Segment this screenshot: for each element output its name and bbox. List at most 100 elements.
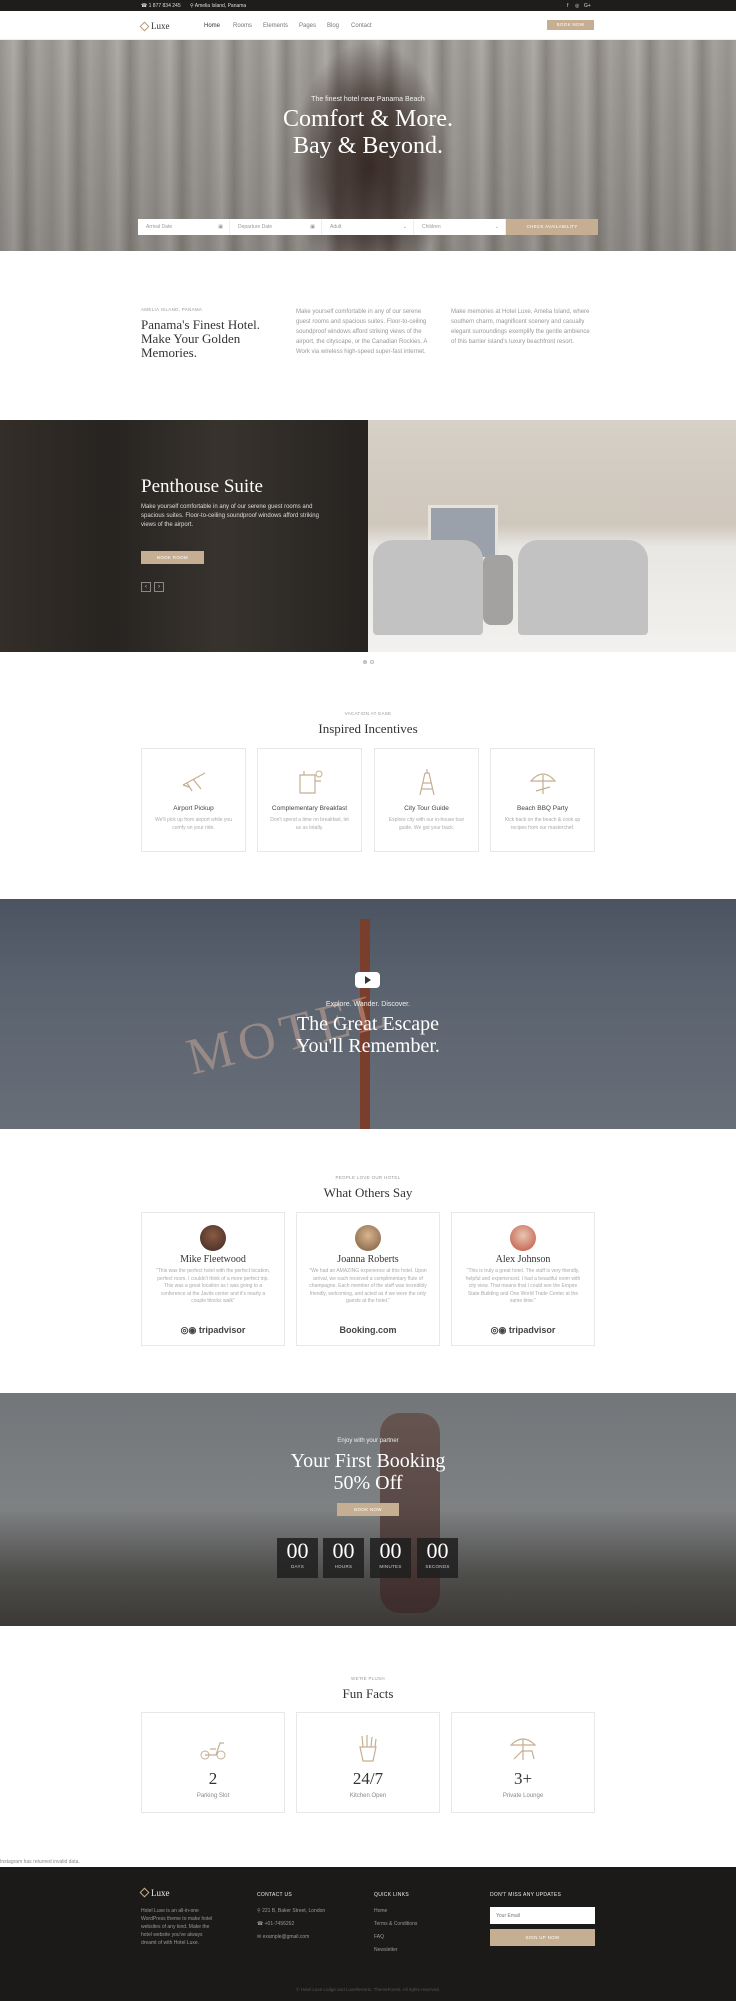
newsletter-email-input[interactable] <box>490 1907 595 1924</box>
booking-logo: Booking.com <box>339 1325 397 1335</box>
updates-heading: DON'T MISS ANY UPDATES <box>490 1892 562 1898</box>
scooter-icon <box>200 1742 226 1760</box>
adult-select[interactable]: Adult ⌄ <box>322 219 414 235</box>
card-title: Beach BBQ Party <box>517 805 568 812</box>
penthouse-slide-bg <box>0 420 368 652</box>
children-select[interactable]: Children ⌄ <box>414 219 506 235</box>
card-title: Airport Pickup <box>173 805 214 812</box>
slider-dot-2[interactable] <box>370 660 374 664</box>
fact-label: Private Lounge <box>502 1793 544 1799</box>
fact-label: Kitchen Open <box>349 1793 387 1799</box>
avatar <box>200 1225 226 1251</box>
penthouse-room-image <box>368 420 736 652</box>
promo-book-now-button[interactable]: BOOK NOW <box>337 1503 399 1516</box>
breakfast-icon <box>298 770 322 794</box>
play-video-button[interactable] <box>355 972 380 988</box>
bed-right <box>518 540 648 635</box>
slider-next-button[interactable]: › <box>154 582 164 592</box>
google-plus-icon[interactable]: G+ <box>584 3 591 9</box>
testimonial-card: Mike Fleetwood "This was the perfect hot… <box>141 1212 285 1346</box>
nav-blog[interactable]: Blog <box>327 23 339 29</box>
fact-value: 24/7 <box>352 1769 384 1788</box>
instagram-icon[interactable]: ◎ <box>575 3 579 9</box>
copyright: © Hotel Luxe Lodge and LuxeResorts. Them… <box>296 1987 440 1992</box>
card-text: Explore city with our in-house tour guid… <box>388 817 465 831</box>
footer-address: ⚲ 221 B, Baker Street, London <box>257 1908 326 1914</box>
footer-brand[interactable]: Luxe <box>139 1887 170 1898</box>
tripadvisor-logo: ◎◉ tripadvisor <box>180 1325 246 1335</box>
nav-elements[interactable]: Elements <box>263 23 288 29</box>
testimonial-quote: "This is truly a great hotel. The staff … <box>465 1268 581 1304</box>
top-bar: ☎ 1 877 834 245 ⚲ Amelia Island, Panama … <box>0 0 736 11</box>
intro-column-1: Make yourself comfortable in any of our … <box>296 309 428 355</box>
sign-up-button[interactable]: SIGN UP NOW <box>490 1929 595 1946</box>
nav-home[interactable]: Home <box>204 23 220 29</box>
slider-dot-1[interactable] <box>363 660 367 664</box>
brand-logo[interactable]: Luxe <box>139 21 170 32</box>
footer-link-faq[interactable]: FAQ <box>374 1934 384 1940</box>
tripadvisor-logo: ◎◉ tripadvisor <box>490 1325 556 1335</box>
owl-icon: ◎◉ <box>490 1325 509 1335</box>
check-availability-button[interactable]: CHECK AVAILABILITY <box>506 219 598 235</box>
phone-info: ☎ 1 877 834 245 <box>141 3 181 9</box>
booking-form: Arrival Date ▣ Departure Date ▣ Adult ⌄ Chi… <box>138 219 598 235</box>
incentives-title: Inspired Incentives <box>318 721 418 736</box>
escape-subtitle: Explore. Wander. Discover. <box>325 1001 411 1008</box>
incentive-card: City Tour Guide Explore city with our in… <box>374 748 479 852</box>
testimonial-name: Alex Johnson <box>495 1254 551 1265</box>
hero-title-line2: Bay & Beyond. <box>293 133 443 159</box>
calendar-icon: ▣ <box>218 224 223 230</box>
escape-title: The Great Escape You'll Remember. <box>0 1013 736 1057</box>
intro-eyebrow: AMELIA ISLAND, PANAMA <box>141 307 203 312</box>
testimonials-eyebrow: PEOPLE LOVE OUR HOTEL <box>335 1175 401 1180</box>
card-title: Complementary Breakfast <box>271 805 348 812</box>
testimonial-card: Joanna Roberts "We had an AMAZING experi… <box>296 1212 440 1346</box>
footer-link-home[interactable]: Home <box>374 1908 387 1914</box>
facts-eyebrow: WE'RE PLUSH <box>351 1676 385 1681</box>
fact-card: 3+ Private Lounge <box>451 1712 595 1813</box>
nav-rooms[interactable]: Rooms <box>233 23 252 29</box>
facebook-icon[interactable]: f <box>567 3 568 9</box>
testimonial-name: Joanna Roberts <box>337 1254 399 1265</box>
escape-title-line2: You'll Remember. <box>296 1035 440 1057</box>
intro-column-2: Make memories at Hotel Luxe, Amelia Isla… <box>451 309 590 345</box>
card-text: Kick back on the beach & cook up recipes… <box>504 817 581 831</box>
book-now-button[interactable]: BOOK NOW <box>547 20 594 30</box>
book-room-button[interactable]: BOOK ROOM <box>141 551 204 564</box>
fact-card: 2 Parking Slot <box>141 1712 285 1813</box>
testimonial-quote: "This was the perfect hotel with the per… <box>155 1268 271 1304</box>
slider-prev-button[interactable]: ‹ <box>141 582 151 592</box>
testimonial-name: Mike Fleetwood <box>180 1254 246 1265</box>
avatar <box>510 1225 536 1251</box>
testimonial-card: Alex Johnson "This is truly a great hote… <box>451 1212 595 1346</box>
footer-link-terms[interactable]: Terms & Conditions <box>374 1921 417 1927</box>
incentives-eyebrow: VACATION AT EASE <box>344 711 392 716</box>
footer-phone: ☎ +01-7456262 <box>257 1921 295 1927</box>
promo-subtitle: Enjoy with your partner <box>337 1438 399 1444</box>
card-text: We'll pick up from airport while you com… <box>154 817 232 831</box>
footer-email[interactable]: ✉ example@gmail.com <box>257 1934 309 1940</box>
fact-value: 2 <box>208 1769 218 1788</box>
incentive-card: Beach BBQ Party Kick back on the beach &… <box>490 748 595 852</box>
nav-pages[interactable]: Pages <box>299 23 316 29</box>
owl-icon: ◎◉ <box>180 1325 199 1335</box>
penthouse-description: Make yourself comfortable in any of our … <box>141 504 319 528</box>
countdown-days: 00 DAYS <box>277 1538 318 1578</box>
card-title: City Tour Guide <box>404 805 449 812</box>
hero-title: Comfort & More. Bay & Beyond. <box>0 106 736 160</box>
promo-title: Your First Booking 50% Off <box>0 1450 736 1494</box>
footer-link-newsletter[interactable]: Newsletter <box>374 1947 398 1953</box>
promo-title-line1: Your First Booking <box>290 1450 446 1472</box>
countdown-seconds: 00 SECONDS <box>417 1538 458 1578</box>
arrival-date-field[interactable]: Arrival Date ▣ <box>138 219 230 235</box>
card-text: Don't spend a time on breakfast, let us … <box>270 817 349 831</box>
chevron-down-icon: ⌄ <box>402 224 407 230</box>
nav-contact[interactable]: Contact <box>351 23 372 29</box>
departure-date-field[interactable]: Departure Date ▣ <box>230 219 322 235</box>
calendar-icon: ▣ <box>310 224 315 230</box>
testimonials-title: What Others Say <box>323 1185 413 1200</box>
diamond-icon <box>139 21 150 32</box>
fact-card: 24/7 Kitchen Open <box>296 1712 440 1813</box>
countdown-hours: 00 HOURS <box>323 1538 364 1578</box>
incentive-card: Airport Pickup We'll pick up from airpor… <box>141 748 246 852</box>
